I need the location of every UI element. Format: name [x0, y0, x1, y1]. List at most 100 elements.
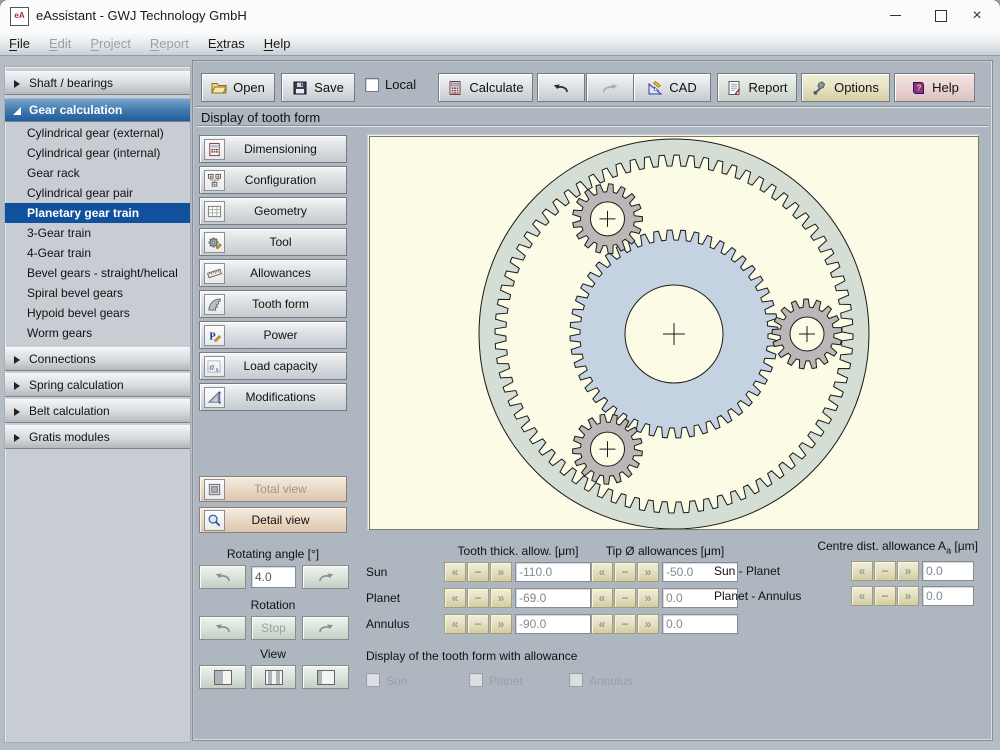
modifications-button[interactable]: Modifications — [199, 383, 347, 411]
view-split-button[interactable] — [251, 665, 296, 689]
tip-diameter-planet-increase-button[interactable]: » — [637, 588, 659, 608]
sidebar-header-shaft-bearings[interactable]: Shaft / bearings — [5, 71, 190, 95]
centre-distance-sun-planet-increase-button[interactable]: » — [897, 561, 919, 581]
sidebar-item-3-gear-train[interactable]: 3-Gear train — [5, 223, 190, 243]
view-left-button[interactable] — [199, 665, 246, 689]
report-icon — [726, 80, 742, 96]
menu-help[interactable]: Help — [264, 36, 291, 51]
tooth-thickness-sun-reset-button[interactable]: − — [467, 562, 489, 582]
allowances-ruler-icon — [204, 263, 225, 284]
sidebar-header-connections[interactable]: Connections — [5, 347, 190, 371]
tooth-thickness-sun-field[interactable] — [515, 562, 591, 582]
cad-button[interactable]: CAD — [633, 73, 711, 102]
dimensioning-button[interactable]: Dimensioning — [199, 135, 347, 163]
maximize-button[interactable] — [924, 0, 958, 31]
application-window: eA eAssistant - GWJ Technology GmbH × Fi… — [0, 0, 1000, 750]
report-button[interactable]: Report — [717, 73, 797, 102]
minimize-icon — [890, 15, 901, 16]
tip-diameter-planet-decrease-button[interactable]: « — [591, 588, 613, 608]
centre-distance-sun-planet-reset-button[interactable]: − — [874, 561, 896, 581]
rotate-cw-icon — [317, 621, 335, 635]
close-button[interactable]: × — [960, 0, 994, 31]
centre-distance-planet-annulus-field[interactable] — [922, 586, 974, 606]
sidebar-header-gratis-modules[interactable]: Gratis modules — [5, 425, 190, 449]
tooth-thickness-sun-increase-button[interactable]: » — [490, 562, 512, 582]
menu-extras[interactable]: Extras — [208, 36, 245, 51]
menu-file[interactable]: File — [9, 36, 30, 51]
svg-text:?: ? — [917, 82, 922, 92]
tip-diameter-annulus-increase-button[interactable]: » — [637, 614, 659, 634]
sidebar-item-spiral-bevel-gears[interactable]: Spiral bevel gears — [5, 283, 190, 303]
display-planet-label: Planet — [489, 674, 523, 688]
sidebar-item-worm-gears[interactable]: Worm gears — [5, 323, 190, 343]
sidebar-item-planetary-gear-train[interactable]: Planetary gear train — [5, 203, 190, 223]
geometry-button[interactable]: Geometry — [199, 197, 347, 225]
tip-diameter-sun-decrease-button[interactable]: « — [591, 562, 613, 582]
tip-diameter-sun-increase-button[interactable]: » — [637, 562, 659, 582]
tooth-thickness-annulus-increase-button[interactable]: » — [490, 614, 512, 634]
tooth-thickness-planet-field[interactable] — [515, 588, 591, 608]
rotation-ccw-button[interactable] — [199, 616, 246, 640]
sidebar-item-4-gear-train[interactable]: 4-Gear train — [5, 243, 190, 263]
rotation-cw-button[interactable] — [302, 616, 349, 640]
sidebar-header-spring-calculation[interactable]: Spring calculation — [5, 373, 190, 397]
local-label: Local — [385, 77, 416, 92]
tooth-form-button[interactable]: Tooth form — [199, 290, 347, 318]
options-button[interactable]: Options — [801, 73, 890, 102]
tooth-thickness-annulus-field[interactable] — [515, 614, 591, 634]
tooth-thickness-planet-increase-button[interactable]: » — [490, 588, 512, 608]
centre-distance-sun-planet-decrease-button[interactable]: « — [851, 561, 873, 581]
tooth-thickness-planet-reset-button[interactable]: − — [467, 588, 489, 608]
load-capacity-icon: σx — [204, 356, 225, 377]
undo-button[interactable] — [537, 73, 585, 102]
open-button[interactable]: Open — [201, 73, 275, 102]
rotating-angle-input[interactable] — [251, 566, 296, 588]
load-capacity-button[interactable]: σx Load capacity — [199, 352, 347, 380]
centre-distance-planet-annulus-decrease-button[interactable]: « — [851, 586, 873, 606]
centre-distance-planet-annulus-reset-button[interactable]: − — [874, 586, 896, 606]
centre-distance-sun-planet-field[interactable] — [922, 561, 974, 581]
calculate-button[interactable]: Calculate — [438, 73, 533, 102]
tip-diameter-annulus-field[interactable] — [662, 614, 738, 634]
options-label: Options — [834, 80, 879, 95]
tip-diameter-annulus-reset-button[interactable]: − — [614, 614, 636, 634]
rotate-ccw-step-button[interactable] — [199, 565, 246, 589]
sidebar-header-gear-calculation[interactable]: Gear calculation — [5, 98, 190, 122]
svg-text:x: x — [215, 366, 219, 373]
detail-view-label: Detail view — [225, 513, 336, 527]
view-right-button[interactable] — [302, 665, 349, 689]
help-button[interactable]: ? Help — [894, 73, 975, 102]
power-button[interactable]: P Power — [199, 321, 347, 349]
tooth-thickness-planet-decrease-button[interactable]: « — [444, 588, 466, 608]
rotate-ccw-icon — [214, 621, 232, 635]
tool-button[interactable]: Tool — [199, 228, 347, 256]
sidebar-item-cylindrical-gear-internal[interactable]: Cylindrical gear (internal) — [5, 143, 190, 163]
sidebar-item-gear-rack[interactable]: Gear rack — [5, 163, 190, 183]
sidebar-item-cylindrical-gear-external[interactable]: Cylindrical gear (external) — [5, 123, 190, 143]
tip-diameter-sun-reset-button[interactable]: − — [614, 562, 636, 582]
detail-view-button[interactable]: Detail view — [199, 507, 347, 533]
tooth-thickness-annulus-reset-button[interactable]: − — [467, 614, 489, 634]
rotate-cw-step-button[interactable] — [302, 565, 349, 589]
tooth-thickness-annulus-decrease-button[interactable]: « — [444, 614, 466, 634]
sidebar-item-cylindrical-gear-pair[interactable]: Cylindrical gear pair — [5, 183, 190, 203]
save-button[interactable]: Save — [281, 73, 355, 102]
close-icon: × — [972, 8, 981, 24]
minimize-button[interactable] — [878, 0, 912, 31]
sidebar-item-hypoid-bevel-gears[interactable]: Hypoid bevel gears — [5, 303, 190, 323]
configuration-button[interactable]: Configuration — [199, 166, 347, 194]
centre-distance-planet-annulus-increase-button[interactable]: » — [897, 586, 919, 606]
tooth-form-canvas-frame — [367, 134, 979, 530]
section-title: Display of tooth form — [201, 110, 320, 125]
sidebar-header-belt-calculation[interactable]: Belt calculation — [5, 399, 190, 423]
planet-row-label: Planet — [366, 591, 400, 605]
allowances-button[interactable]: Allowances — [199, 259, 347, 287]
sidebar-item-bevel-gears[interactable]: Bevel gears - straight/helical — [5, 263, 190, 283]
local-checkbox[interactable] — [365, 78, 379, 92]
tip-diameter-annulus-decrease-button[interactable]: « — [591, 614, 613, 634]
tooth-thickness-sun-decrease-button[interactable]: « — [444, 562, 466, 582]
annulus-row-label: Annulus — [366, 617, 409, 631]
title-bar: eA eAssistant - GWJ Technology GmbH × — [0, 0, 1000, 32]
tip-diameter-planet-reset-button[interactable]: − — [614, 588, 636, 608]
modifications-label: Modifications — [225, 390, 336, 404]
